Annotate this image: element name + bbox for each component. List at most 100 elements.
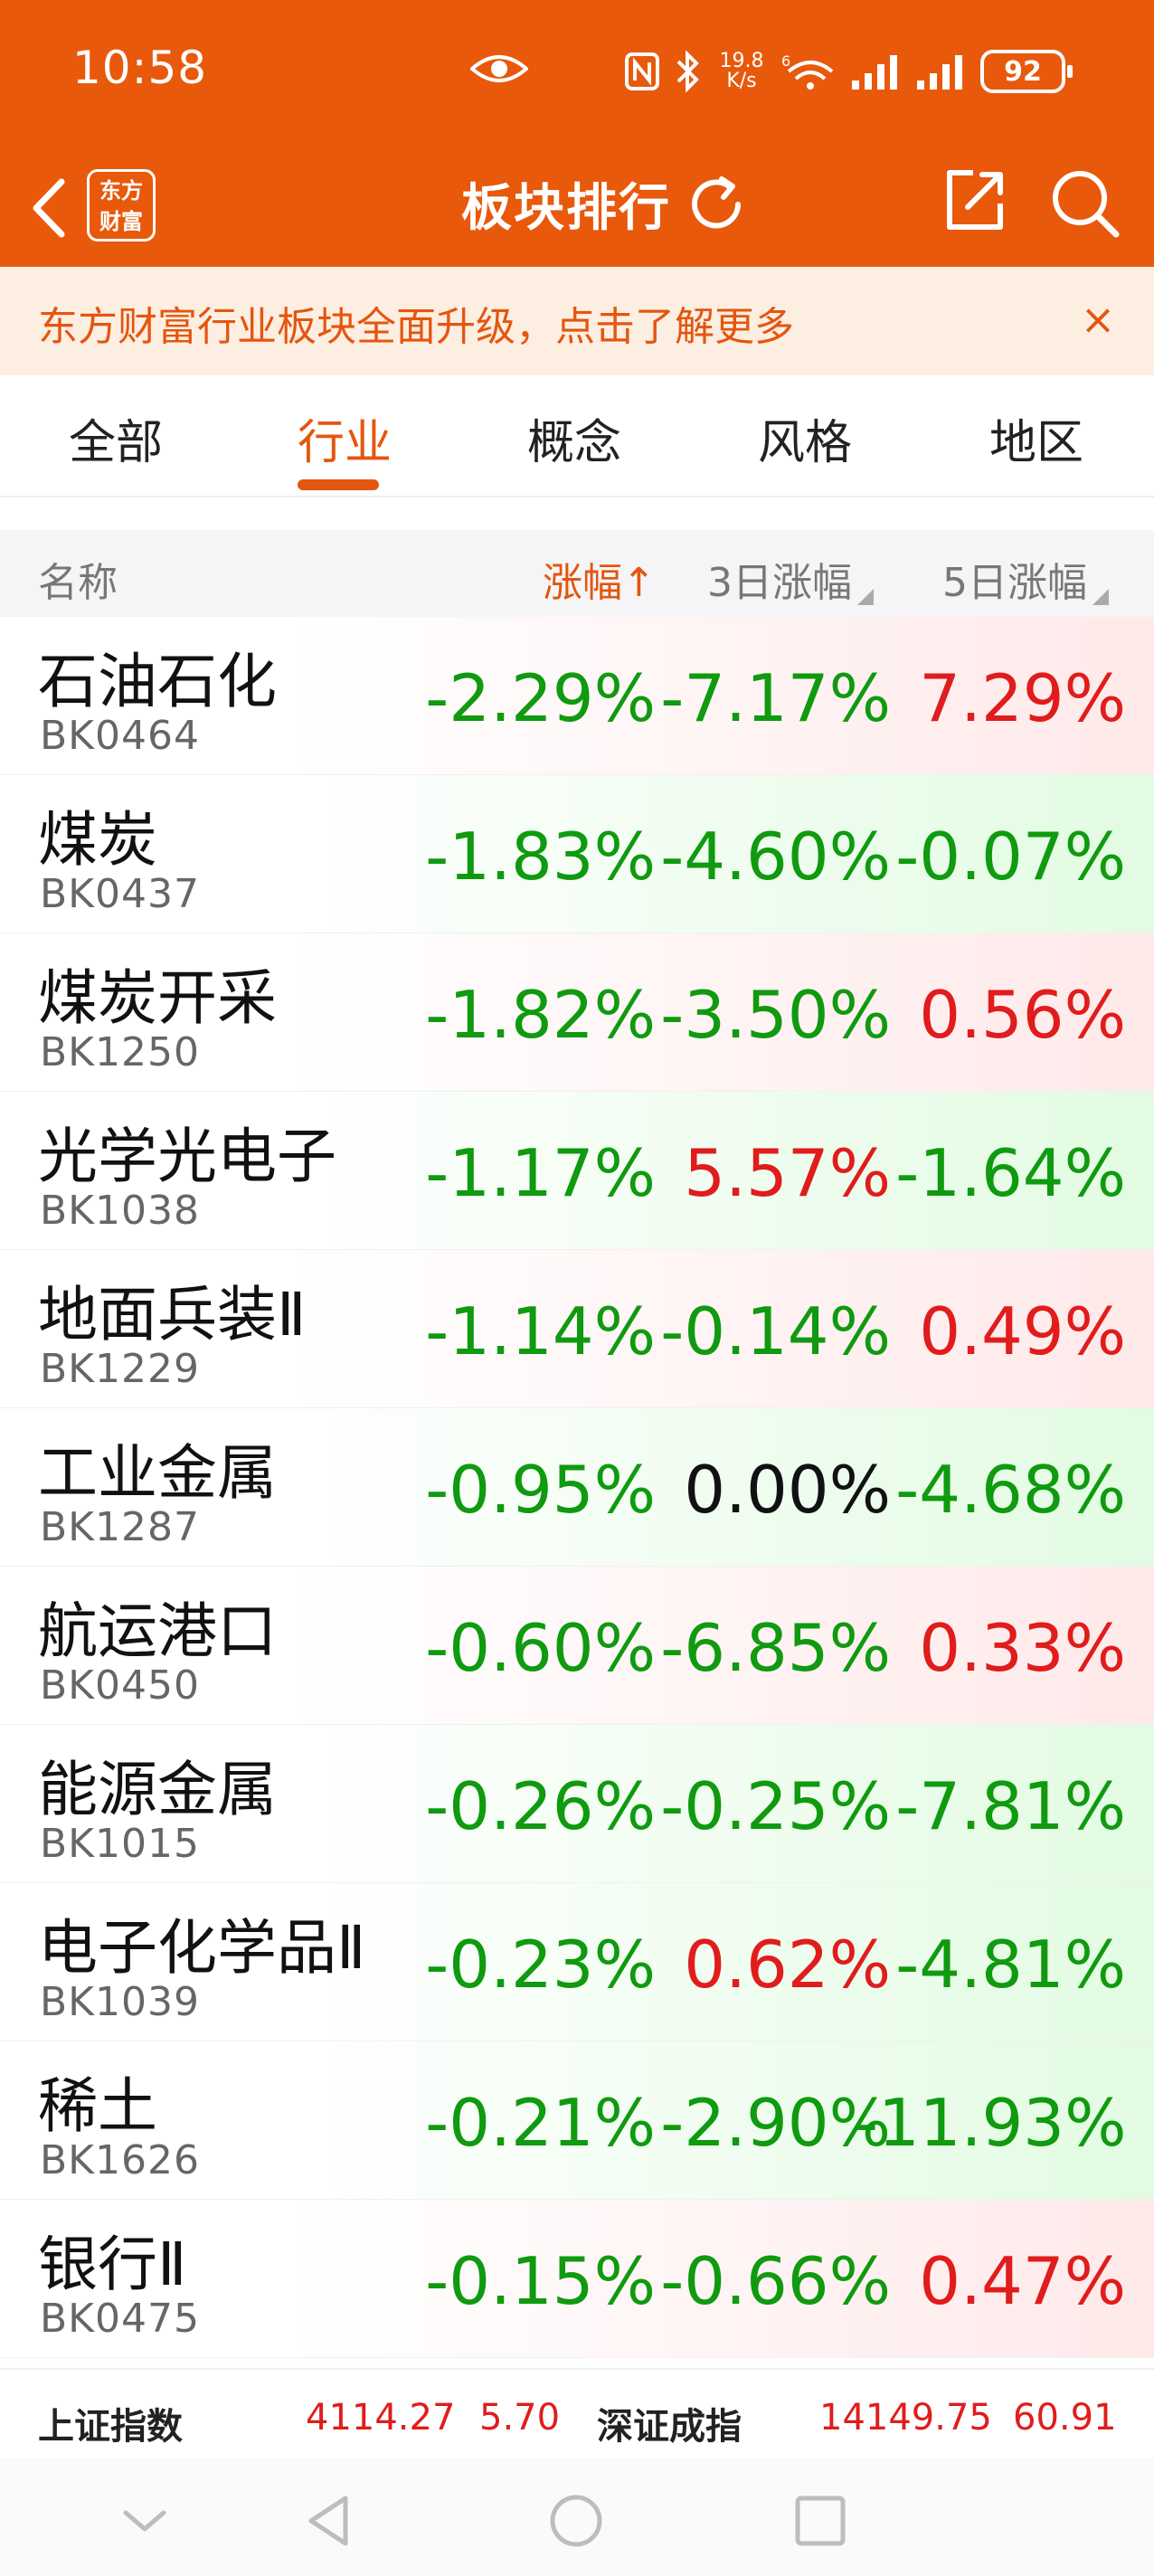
index-sz-change: 60.91	[1013, 2397, 1117, 2439]
change-5d-pct: 0.49%	[919, 1293, 1126, 1369]
chevron-down-icon[interactable]	[113, 2489, 176, 2552]
index-sh-value: 4114.27	[306, 2397, 456, 2439]
index-sz-name[interactable]: 深证成指	[597, 2397, 742, 2449]
sector-row[interactable]: 光学光电子 BK1038 -1.17% 5.57% -1.64%	[0, 1092, 1154, 1250]
sector-name[interactable]: 银行Ⅱ	[38, 2216, 186, 2303]
change-3d-pct: -3.50%	[660, 977, 891, 1053]
status-bar: 10:58 19.8 K/s 6 92	[0, 0, 1154, 149]
nav-recents-icon[interactable]	[789, 2489, 852, 2552]
back-icon[interactable]	[22, 167, 72, 249]
change-3d-pct: -7.17%	[660, 660, 891, 736]
sector-name[interactable]: 煤炭	[38, 791, 157, 878]
sector-list: 石油石化 BK0464 -2.29% -7.17% 7.29% 煤炭 BK0437 -1.83…	[0, 617, 1154, 2358]
change-pct: -1.83%	[425, 819, 656, 895]
category-tabs: 全部 行业 概念 风格 地区	[0, 375, 1154, 497]
change-3d-pct: -0.14%	[660, 1293, 891, 1369]
eye-icon	[470, 55, 528, 82]
banner-text[interactable]: 东方财富行业板块全面升级，点击了解更多	[38, 294, 794, 352]
change-5d-pct: 0.47%	[919, 2243, 1126, 2319]
change-3d-pct: 5.57%	[684, 1135, 891, 1211]
status-icons: 19.8 K/s 6 92	[624, 49, 1073, 94]
change-5d-pct: -4.81%	[895, 1927, 1126, 2003]
sector-name[interactable]: 煤炭开采	[38, 950, 277, 1037]
nav-back-icon[interactable]	[298, 2489, 362, 2552]
change-pct: -1.17%	[425, 1135, 656, 1211]
change-pct: -0.26%	[425, 1768, 656, 1844]
change-5d-pct: -0.07%	[895, 819, 1126, 895]
sector-code: BK1015	[40, 1821, 201, 1867]
sector-name[interactable]: 航运港口	[38, 1583, 277, 1670]
battery-indicator: 92	[980, 50, 1073, 93]
change-3d-pct: 0.00%	[684, 1452, 891, 1528]
change-3d-pct: -0.25%	[660, 1768, 891, 1844]
sector-row[interactable]: 地面兵装Ⅱ BK1229 -1.14% -0.14% 0.49%	[0, 1250, 1154, 1408]
change-3d-pct: -4.60%	[660, 819, 891, 895]
change-pct: -0.95%	[425, 1452, 656, 1528]
bluetooth-icon	[676, 51, 699, 92]
signal-icon	[852, 55, 897, 90]
sector-row[interactable]: 航运港口 BK0450 -0.60% -6.85% 0.33%	[0, 1567, 1154, 1725]
index-sh-name[interactable]: 上证指数	[38, 2397, 183, 2449]
sector-code: BK1626	[40, 2137, 201, 2183]
sector-name[interactable]: 电子化学品Ⅱ	[38, 1899, 365, 1986]
sector-row[interactable]: 能源金属 BK1015 -0.26% -0.25% -7.81%	[0, 1725, 1154, 1883]
tab-region[interactable]: 地区	[964, 404, 1109, 472]
sort-triangle-icon	[1093, 589, 1109, 605]
upgrade-banner[interactable]: 东方财富行业板块全面升级，点击了解更多 ×	[0, 267, 1154, 375]
sector-row[interactable]: 稀土 BK1626 -0.21% -2.90% -11.93%	[0, 2041, 1154, 2200]
index-ticker-bar[interactable]: 上证指数 4114.27 5.70 深证成指 14149.75 60.91	[0, 2368, 1154, 2458]
sector-name[interactable]: 工业金属	[38, 1425, 277, 1511]
change-pct: -0.23%	[425, 1927, 656, 2003]
change-5d-pct: -4.68%	[895, 1452, 1126, 1528]
sector-code: BK0475	[40, 2296, 201, 2342]
sector-row[interactable]: 银行Ⅱ BK0475 -0.15% -0.66% 0.47%	[0, 2200, 1154, 2358]
change-3d-pct: -2.90%	[660, 2085, 891, 2161]
change-5d-pct: 0.33%	[919, 1610, 1126, 1686]
close-icon[interactable]: ×	[1073, 294, 1123, 345]
change-5d-pct: 7.29%	[919, 660, 1126, 736]
sector-name[interactable]: 地面兵装Ⅱ	[38, 1266, 306, 1353]
sector-name[interactable]: 能源金属	[38, 1741, 277, 1828]
nav-home-icon[interactable]	[544, 2489, 608, 2552]
change-pct: -0.15%	[425, 2243, 656, 2319]
active-tab-indicator	[298, 479, 379, 490]
app-logo: 东方 财富	[87, 169, 156, 242]
change-5d-pct: 0.56%	[919, 977, 1126, 1053]
tab-style[interactable]: 风格	[733, 404, 877, 472]
sort-triangle-icon	[857, 589, 874, 605]
change-5d-pct: -7.81%	[895, 1768, 1126, 1844]
sector-row[interactable]: 电子化学品Ⅱ BK1039 -0.23% 0.62% -4.81%	[0, 1883, 1154, 2041]
page-title-group: 板块排行	[461, 160, 751, 247]
sector-code: BK1038	[40, 1188, 201, 1234]
sector-name[interactable]: 光学光电子	[38, 1108, 336, 1195]
column-change-5d-sort[interactable]: 5日涨幅	[942, 550, 1109, 608]
tab-all[interactable]: 全部	[43, 404, 188, 472]
sector-row[interactable]: 工业金属 BK1287 -0.95% 0.00% -4.68%	[0, 1408, 1154, 1567]
share-icon[interactable]	[941, 166, 1009, 234]
sector-row[interactable]: 煤炭 BK0437 -1.83% -4.60% -0.07%	[0, 775, 1154, 933]
nfc-icon	[625, 52, 659, 90]
sector-code: BK1287	[40, 1504, 201, 1550]
change-5d-pct: -1.64%	[895, 1135, 1126, 1211]
sector-name[interactable]: 石油石化	[38, 633, 277, 720]
tab-concept[interactable]: 概念	[502, 404, 647, 472]
change-3d-pct: -0.66%	[660, 2243, 891, 2319]
change-pct: -1.14%	[425, 1293, 656, 1369]
sector-name[interactable]: 稀土	[38, 2058, 157, 2145]
change-3d-pct: 0.62%	[684, 1927, 891, 2003]
column-name: 名称	[38, 560, 118, 606]
signal-icon-2	[917, 55, 962, 90]
column-change-sort[interactable]: 涨幅↑	[543, 550, 656, 608]
refresh-icon[interactable]	[684, 170, 751, 237]
system-nav-bar	[0, 2458, 1154, 2576]
status-time: 10:58	[72, 42, 208, 94]
column-change-3d-sort[interactable]: 3日涨幅	[707, 550, 874, 608]
tab-industry[interactable]: 行业	[272, 404, 417, 472]
sector-row[interactable]: 石油石化 BK0464 -2.29% -7.17% 7.29%	[0, 617, 1154, 775]
search-icon[interactable]	[1047, 166, 1121, 240]
title-bar: 东方 财富 板块排行	[0, 149, 1154, 267]
sector-code: BK0437	[40, 871, 201, 917]
change-pct: -0.21%	[425, 2085, 656, 2161]
sector-row[interactable]: 煤炭开采 BK1250 -1.82% -3.50% 0.56%	[0, 933, 1154, 1092]
change-3d-pct: -6.85%	[660, 1610, 891, 1686]
